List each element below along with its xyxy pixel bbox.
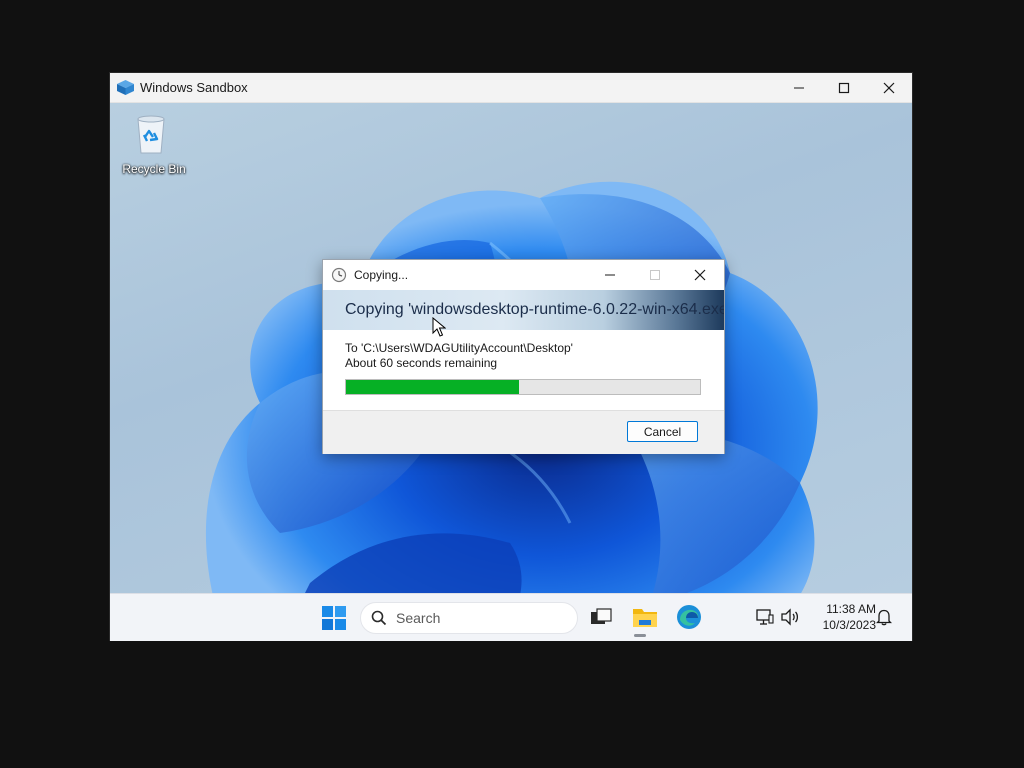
copy-heading: Copying 'windowsdesktop-runtime-6.0.22-w… <box>345 301 724 318</box>
time-remaining: About 60 seconds remaining <box>345 356 498 370</box>
close-icon <box>883 82 895 93</box>
desktop-icon-recycle-bin[interactable]: Recycle Bin <box>114 111 186 181</box>
minimize-icon <box>604 274 615 276</box>
taskbar-clock[interactable]: 11:38 AM 10/3/2023 <box>804 601 876 633</box>
clock-icon <box>331 267 347 283</box>
close-icon <box>694 269 705 281</box>
recycle-bin-icon <box>137 115 165 154</box>
network-icon[interactable] <box>756 608 774 626</box>
task-view-icon[interactable] <box>588 604 614 630</box>
minimize-button[interactable] <box>776 73 822 102</box>
running-app-indicator <box>634 634 646 637</box>
taskbar-search-box[interactable]: Search <box>360 602 578 634</box>
maximize-icon <box>649 270 660 280</box>
dialog-banner: Copying 'windowsdesktop-runtime-6.0.22-w… <box>323 290 724 330</box>
progress-fill <box>346 380 520 394</box>
dialog-title: Copying... <box>354 268 409 282</box>
minimize-icon <box>794 87 804 88</box>
dialog-titlebar[interactable]: Copying... <box>323 260 724 290</box>
cancel-button[interactable]: Cancel <box>627 421 698 442</box>
file-explorer-icon[interactable] <box>632 604 658 630</box>
search-placeholder: Search <box>396 610 441 626</box>
dialog-footer: Cancel <box>323 410 724 454</box>
dialog-close-button[interactable] <box>677 260 722 290</box>
copy-progress-dialog: Copying... Copying 'windowsdesktop-runti… <box>322 259 725 454</box>
taskbar: Search 11:38 AM 10/3/2023 <box>110 593 912 641</box>
window-title: Windows Sandbox <box>140 80 248 95</box>
edge-icon[interactable] <box>676 604 702 630</box>
sandbox-logo-icon <box>117 80 134 95</box>
bell-icon[interactable] <box>876 608 892 626</box>
desktop-icon-label: Recycle Bin <box>122 162 186 176</box>
maximize-button[interactable] <box>821 73 867 102</box>
close-button[interactable] <box>866 73 912 102</box>
search-icon <box>371 610 387 626</box>
sandbox-titlebar[interactable]: Windows Sandbox <box>110 73 912 103</box>
dialog-maximize-button[interactable] <box>632 260 677 290</box>
mouse-cursor-icon <box>432 317 446 337</box>
start-icon[interactable] <box>322 606 346 630</box>
maximize-icon <box>838 82 850 93</box>
clock-time: 11:38 AM <box>826 602 876 616</box>
clock-date: 10/3/2023 <box>822 618 876 632</box>
volume-icon[interactable] <box>780 608 800 626</box>
copy-progress-bar <box>345 379 701 395</box>
dialog-minimize-button[interactable] <box>587 260 632 290</box>
copy-destination: To 'C:\Users\WDAGUtilityAccount\Desktop' <box>345 341 573 355</box>
